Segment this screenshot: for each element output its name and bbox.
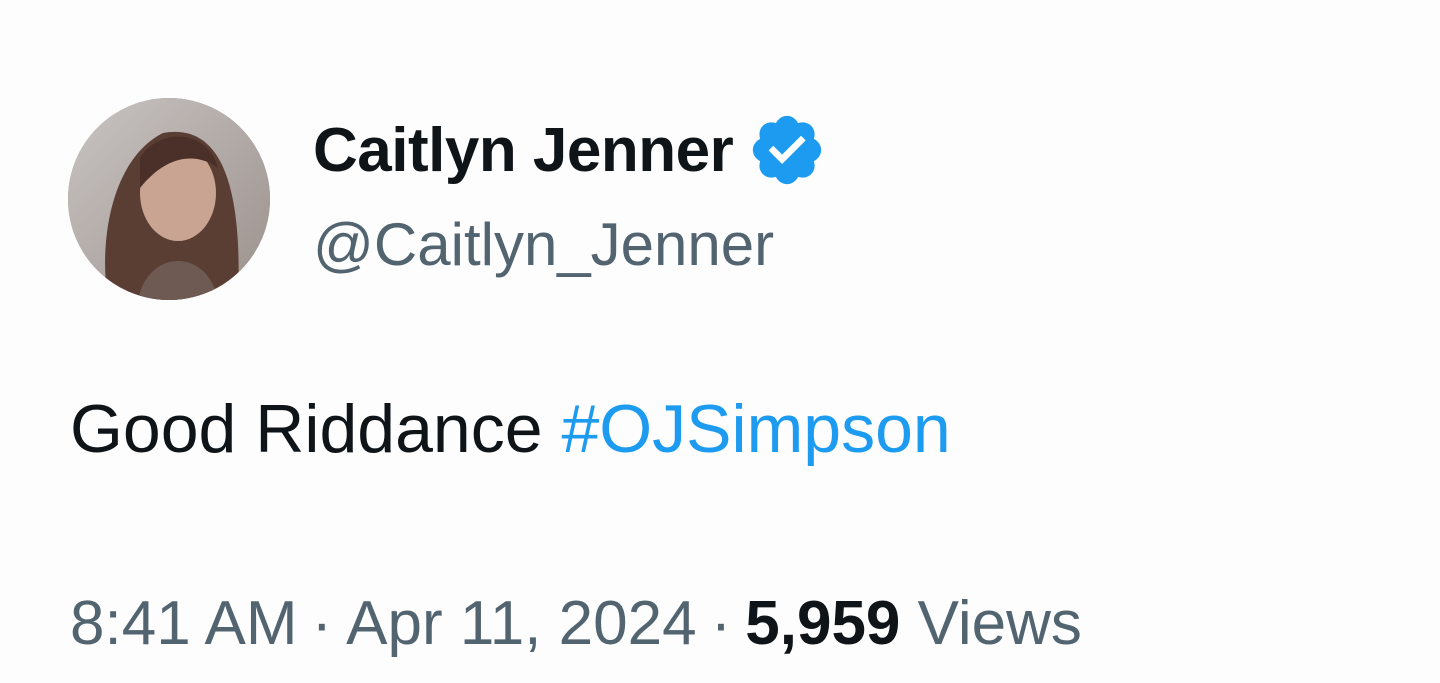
tweet-time[interactable]: 8:41 AM bbox=[70, 589, 297, 658]
author-display-name[interactable]: Caitlyn Jenner bbox=[313, 115, 734, 186]
tweet-card: Caitlyn Jenner @Caitlyn_Jenner Good Ridd… bbox=[0, 0, 1440, 683]
views-label: Views bbox=[917, 589, 1082, 658]
tweet-body: Good Riddance bbox=[70, 391, 562, 467]
hashtag-link[interactable]: #OJSimpson bbox=[561, 391, 950, 467]
verified-badge-icon bbox=[747, 110, 827, 190]
views-count: 5,959 bbox=[745, 589, 901, 658]
tweet-date[interactable]: Apr 11, 2024 bbox=[346, 589, 696, 658]
avatar-image bbox=[68, 98, 270, 300]
meta-separator: · bbox=[311, 589, 333, 658]
author-name-row[interactable]: Caitlyn Jenner bbox=[313, 108, 827, 192]
meta-separator: · bbox=[710, 589, 732, 658]
tweet-text: Good Riddance #OJSimpson bbox=[70, 390, 951, 468]
tweet-meta: 8:41 AM · Apr 11, 2024 · 5,959 Views bbox=[70, 588, 1082, 659]
author-handle[interactable]: @Caitlyn_Jenner bbox=[313, 210, 774, 279]
avatar[interactable] bbox=[68, 98, 270, 300]
